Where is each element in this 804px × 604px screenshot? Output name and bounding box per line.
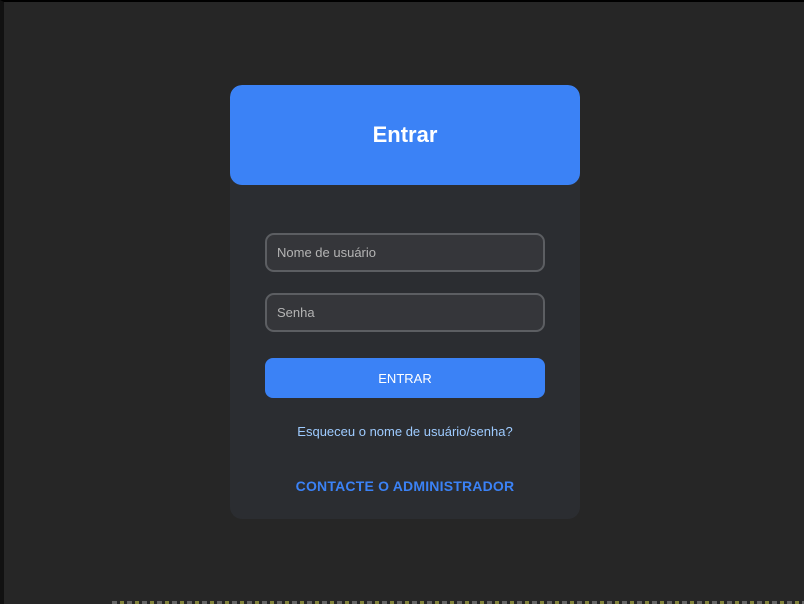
login-submit-button[interactable]: ENTRAR xyxy=(265,358,545,398)
login-title: Entrar xyxy=(372,122,438,147)
login-card-header: Entrar xyxy=(230,85,580,185)
login-card: Entrar ENTRAR Esqueceu o nome de usuário… xyxy=(230,85,580,519)
login-page: Entrar ENTRAR Esqueceu o nome de usuário… xyxy=(0,0,804,604)
login-form: ENTRAR Esqueceu o nome de usuário/senha?… xyxy=(230,185,580,495)
password-input[interactable] xyxy=(265,293,545,332)
forgot-credentials-link[interactable]: Esqueceu o nome de usuário/senha? xyxy=(265,424,545,440)
username-input[interactable] xyxy=(265,233,545,272)
contact-admin-link[interactable]: CONTACTE O ADMINISTRADOR xyxy=(265,477,545,495)
